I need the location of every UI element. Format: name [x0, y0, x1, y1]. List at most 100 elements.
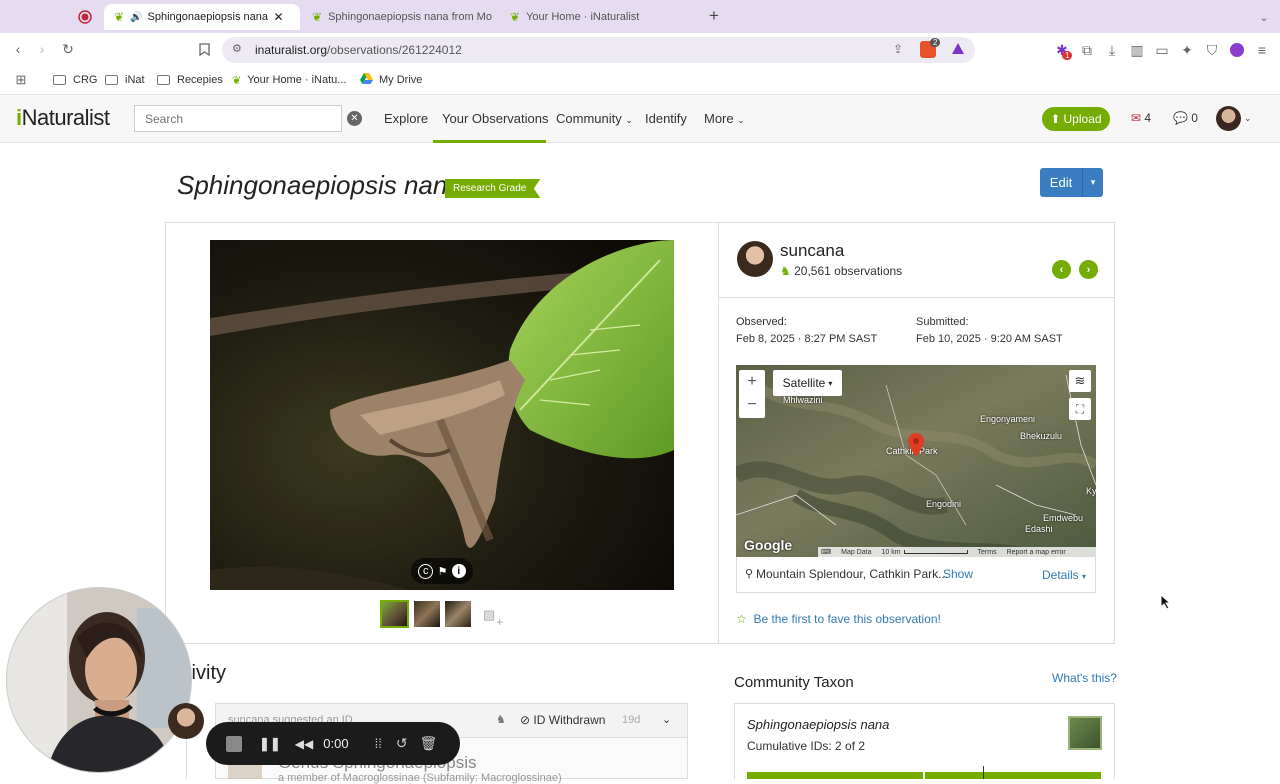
community-taxon-name[interactable]: Sphingonaepiopsis nana: [747, 717, 889, 732]
map-type-select[interactable]: Satellite ▾: [773, 370, 842, 396]
nav-more[interactable]: More ⌄: [704, 111, 745, 126]
next-observation-icon[interactable]: ›: [1079, 260, 1098, 279]
stop-recording-icon[interactable]: [226, 735, 242, 752]
download-icon[interactable]: ⤓: [1103, 41, 1121, 59]
folder-icon: [53, 75, 66, 85]
observer-name[interactable]: suncana: [780, 241, 844, 261]
observer-avatar[interactable]: [737, 241, 773, 277]
map-label: Engonyameni: [980, 414, 1036, 424]
bookmark-inat[interactable]: iNat: [105, 71, 145, 89]
add-photo-icon[interactable]: ▨+: [483, 607, 503, 629]
folder-icon: [105, 75, 118, 85]
rewind-icon[interactable]: ◀◀: [295, 737, 313, 751]
inat-logo[interactable]: iNaturalist: [16, 105, 110, 131]
creative-commons-icon[interactable]: c: [418, 563, 434, 579]
flag-icon[interactable]: ⚑: [438, 565, 448, 578]
observation-photo[interactable]: [210, 240, 674, 590]
chevron-down-icon[interactable]: ⌄: [662, 713, 671, 726]
tab-observation-active[interactable]: ❦ 🔊 Sphingonaepiopsis nana fr ✕: [104, 4, 300, 30]
clear-search-icon[interactable]: ✕: [347, 111, 362, 126]
tab-observation-2[interactable]: ❦ Sphingonaepiopsis nana from Mo: [312, 4, 497, 30]
observation-map[interactable]: + − Satellite ▾ ≋ ⛶ Mhlwazini Engonyameni…: [736, 365, 1096, 557]
fave-link[interactable]: ☆ Be the first to fave this observation!: [736, 612, 941, 626]
bookmark-your-home[interactable]: ❦ Your Home · iNatu...: [232, 71, 346, 89]
activity-avatar[interactable]: [168, 703, 204, 739]
apps-grid-icon[interactable]: ⊞: [12, 71, 30, 89]
card-divider: [718, 223, 719, 643]
share-icon[interactable]: ⇪: [893, 42, 903, 56]
sidebar-icon[interactable]: ▥: [1128, 41, 1146, 59]
map-label: Emdwebu: [1043, 513, 1084, 523]
audio-playing-icon[interactable]: 🔊: [130, 12, 142, 23]
ai-sparkle-icon[interactable]: ✦: [1178, 41, 1196, 59]
taxon-icon-thumbnail[interactable]: [1068, 716, 1102, 750]
observation-count[interactable]: ♞ 20,561 observations: [780, 264, 902, 278]
puzzle-icon[interactable]: ⧉: [1078, 41, 1096, 59]
browser-tab-strip: ❦ 🔊 Sphingonaepiopsis nana fr ✕ ❦ Sphing…: [0, 0, 1280, 33]
chevron-down-icon[interactable]: ⌄: [1244, 113, 1252, 124]
address-bar[interactable]: ⚙ inaturalist.org/observations/261224012…: [222, 37, 975, 63]
restart-icon[interactable]: ↺: [396, 735, 408, 752]
site-settings-icon[interactable]: ⚙: [232, 42, 242, 55]
photo-thumbnail-3[interactable]: [445, 601, 471, 627]
edit-dropdown-caret-icon[interactable]: ▾: [1082, 168, 1103, 197]
terms-link[interactable]: Terms: [978, 549, 997, 556]
zoom-in-button[interactable]: +: [739, 370, 765, 394]
agree-icon[interactable]: ♞: [496, 713, 506, 726]
map-pin-icon[interactable]: [907, 432, 925, 461]
forward-icon[interactable]: ›: [33, 40, 51, 58]
zoom-out-button[interactable]: −: [739, 393, 765, 417]
location-name: Mountain Splendour, Cathkin Park...: [756, 567, 949, 581]
photo-thumbnail-2[interactable]: [414, 601, 440, 627]
messages-link[interactable]: ✉ 4: [1131, 111, 1151, 125]
notifications-link[interactable]: 💬 0: [1173, 111, 1198, 125]
keyboard-icon[interactable]: ⌨: [821, 548, 831, 556]
nav-explore[interactable]: Explore: [384, 111, 428, 126]
folder-icon: [157, 75, 170, 85]
profile-icon[interactable]: [1228, 41, 1246, 59]
vpn-shield-icon[interactable]: ⛉: [1203, 41, 1221, 59]
upload-button[interactable]: ⬆ Upload: [1042, 107, 1110, 131]
search-input[interactable]: [134, 105, 342, 132]
chevron-down-icon: ⌄: [737, 115, 745, 125]
tab-home[interactable]: ❦ Your Home · iNaturalist: [510, 4, 690, 30]
map-label: Mhlwazini: [783, 395, 823, 405]
back-icon[interactable]: ‹: [9, 40, 27, 58]
info-icon[interactable]: i: [451, 564, 466, 578]
wallet-icon[interactable]: ▭: [1153, 41, 1171, 59]
map-data-link[interactable]: Map Data: [841, 549, 871, 556]
previous-observation-icon[interactable]: ‹: [1052, 260, 1071, 279]
photo-thumbnail-1[interactable]: [380, 600, 409, 628]
fullscreen-icon[interactable]: ⛶: [1069, 398, 1091, 420]
show-location-link[interactable]: Show: [943, 567, 973, 581]
map-attribution-bar: ⌨ Map Data 10 km Terms Report a map erro…: [818, 547, 1096, 557]
upload-icon: ⬆: [1050, 112, 1061, 126]
report-map-error-link[interactable]: Report a map error: [1007, 549, 1066, 556]
record-icon[interactable]: [75, 7, 95, 27]
cumulative-ids: Cumulative IDs: 2 of 2: [747, 739, 866, 753]
grid-dots-icon[interactable]: ⁞⁞: [375, 736, 382, 751]
submitted-label: Submitted:: [916, 316, 969, 328]
edit-button[interactable]: Edit: [1040, 168, 1082, 197]
whats-this-link[interactable]: What's this?: [1052, 671, 1117, 685]
tab-search-chevron-icon[interactable]: ⌄: [1255, 7, 1273, 27]
reload-icon[interactable]: ↻: [59, 40, 77, 58]
nav-community[interactable]: Community ⌄: [556, 111, 633, 126]
bookmark-recepies[interactable]: Recepies: [157, 71, 223, 89]
new-tab-button[interactable]: +: [704, 5, 724, 27]
close-tab-icon[interactable]: ✕: [274, 10, 284, 24]
bookmark-icon[interactable]: [195, 40, 213, 58]
trash-icon[interactable]: 🗑: [420, 735, 438, 752]
star-outline-icon: ☆: [736, 612, 747, 626]
pause-icon[interactable]: ❚❚: [259, 736, 281, 752]
user-avatar[interactable]: [1216, 106, 1241, 131]
nav-your-observations[interactable]: Your Observations: [442, 111, 548, 126]
bookmark-crg[interactable]: CRG: [53, 71, 97, 89]
details-dropdown[interactable]: Details ▾: [1042, 568, 1086, 582]
menu-icon[interactable]: ≡: [1253, 41, 1271, 59]
brave-rewards-icon[interactable]: [951, 42, 965, 58]
webcam-overlay[interactable]: [7, 588, 191, 772]
layers-icon[interactable]: ≋: [1069, 370, 1091, 392]
nav-identify[interactable]: Identify: [645, 111, 687, 126]
bookmark-my-drive[interactable]: My Drive: [360, 71, 422, 89]
